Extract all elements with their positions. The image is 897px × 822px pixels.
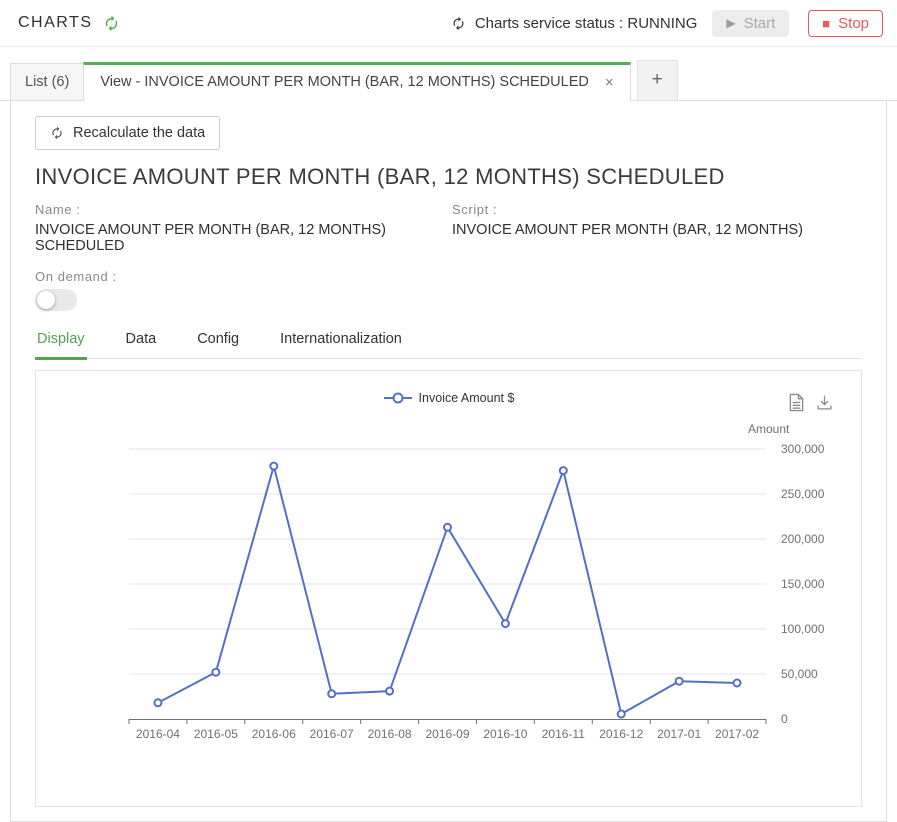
y-axis-labels: 0 50,000 100,000 150,000 200,000 250,000 300,0… xyxy=(748,422,825,726)
x-tick-label: 2016-11 xyxy=(542,727,585,741)
data-point xyxy=(270,463,277,470)
data-point xyxy=(734,680,741,687)
x-axis-labels: 2016-04 2016-05 2016-06 2016-07 2016-08 2016-… xyxy=(136,727,759,741)
y-tick-label: 300,000 xyxy=(781,442,825,456)
y-tick-label: 50,000 xyxy=(781,667,818,681)
x-tick-label: 2016-10 xyxy=(483,727,527,741)
refresh-icon[interactable] xyxy=(103,15,120,32)
script-field: Script : INVOICE AMOUNT PER MONTH (BAR, … xyxy=(452,202,803,254)
chart-legend[interactable]: Invoice Amount $ xyxy=(36,391,861,405)
data-point xyxy=(444,524,451,531)
x-tick-label: 2016-05 xyxy=(194,727,238,741)
tab-data[interactable]: Data xyxy=(124,331,159,358)
data-point xyxy=(328,690,335,697)
x-tick-label: 2016-08 xyxy=(368,727,412,741)
stop-button-label: Stop xyxy=(838,15,869,32)
download-icon[interactable] xyxy=(816,393,833,412)
data-point xyxy=(676,678,683,685)
script-label: Script : xyxy=(452,202,803,217)
subtab-bar: Display Data Config Internationalization xyxy=(35,331,862,359)
data-point xyxy=(154,699,161,706)
data-point xyxy=(386,688,393,695)
x-tick-label: 2016-07 xyxy=(310,727,354,741)
chart-plot: 0 50,000 100,000 150,000 200,000 250,000 300,0… xyxy=(36,419,863,804)
tab-bar: List (6) View - INVOICE AMOUNT PER MONTH… xyxy=(0,60,897,101)
legend-marker-icon xyxy=(383,392,413,404)
start-button-label: Start xyxy=(744,15,776,32)
fields-row: Name : INVOICE AMOUNT PER MONTH (BAR, 12… xyxy=(35,202,862,254)
new-tab-button[interactable]: + xyxy=(637,60,678,100)
name-label: Name : xyxy=(35,202,452,217)
view-panel: Recalculate the data INVOICE AMOUNT PER … xyxy=(10,101,887,822)
tab-list-label: List (6) xyxy=(25,74,69,90)
chart-card: Invoice Amount $ 0 50,000 100,000 150,000 20… xyxy=(35,370,862,807)
tab-config[interactable]: Config xyxy=(195,331,241,358)
start-button[interactable]: ▶ Start xyxy=(712,10,789,37)
x-tick-label: 2017-02 xyxy=(715,727,759,741)
recalculate-label: Recalculate the data xyxy=(73,125,205,141)
tab-list[interactable]: List (6) xyxy=(10,63,84,100)
on-demand-toggle[interactable] xyxy=(35,289,77,311)
data-points xyxy=(154,463,740,718)
x-tick-label: 2016-12 xyxy=(599,727,643,741)
tab-view-active[interactable]: View - INVOICE AMOUNT PER MONTH (BAR, 12… xyxy=(83,62,630,101)
y-axis-title: Amount xyxy=(748,422,790,436)
data-point xyxy=(502,620,509,627)
page-title: INVOICE AMOUNT PER MONTH (BAR, 12 MONTHS… xyxy=(35,164,862,190)
data-point xyxy=(212,669,219,676)
data-view-icon[interactable] xyxy=(788,393,805,412)
top-bar: CHARTS Charts service status : RUNNING ▶… xyxy=(0,0,897,47)
y-tick-label: 100,000 xyxy=(781,622,825,636)
stop-icon: ■ xyxy=(822,16,830,31)
recalculate-button[interactable]: Recalculate the data xyxy=(35,116,220,150)
chart-toolbox xyxy=(788,393,833,412)
x-tick-label: 2016-09 xyxy=(425,727,469,741)
tab-view-label: View - INVOICE AMOUNT PER MONTH (BAR, 12… xyxy=(100,74,589,90)
x-tick-label: 2016-06 xyxy=(252,727,296,741)
refresh-status-icon[interactable] xyxy=(451,16,466,31)
tab-internationalization[interactable]: Internationalization xyxy=(278,331,404,358)
service-status-text: Charts service status : RUNNING xyxy=(475,15,698,32)
y-tick-label: 0 xyxy=(781,712,788,726)
stop-button[interactable]: ■ Stop xyxy=(808,10,883,37)
x-axis xyxy=(129,719,766,724)
series-line xyxy=(158,466,737,714)
y-tick-label: 250,000 xyxy=(781,487,825,501)
name-value: INVOICE AMOUNT PER MONTH (BAR, 12 MONTHS… xyxy=(35,222,452,254)
refresh-small-icon xyxy=(50,126,64,140)
data-point xyxy=(560,467,567,474)
plus-icon: + xyxy=(652,69,663,90)
close-icon[interactable]: × xyxy=(605,75,614,90)
y-tick-label: 200,000 xyxy=(781,532,825,546)
on-demand-label: On demand : xyxy=(35,269,862,284)
service-status-area: Charts service status : RUNNING ▶ Start … xyxy=(451,10,883,37)
x-tick-label: 2017-01 xyxy=(657,727,701,741)
toggle-knob xyxy=(37,291,55,309)
data-point xyxy=(618,711,625,718)
play-icon: ▶ xyxy=(726,16,735,30)
y-tick-label: 150,000 xyxy=(781,577,825,591)
name-field: Name : INVOICE AMOUNT PER MONTH (BAR, 12… xyxy=(35,202,452,254)
legend-label: Invoice Amount $ xyxy=(419,391,515,405)
script-value: INVOICE AMOUNT PER MONTH (BAR, 12 MONTHS… xyxy=(452,222,803,238)
on-demand-field: On demand : xyxy=(35,269,862,311)
x-tick-label: 2016-04 xyxy=(136,727,180,741)
app-brand: CHARTS xyxy=(18,14,120,32)
app-title: CHARTS xyxy=(18,14,93,32)
tab-display[interactable]: Display xyxy=(35,331,87,360)
